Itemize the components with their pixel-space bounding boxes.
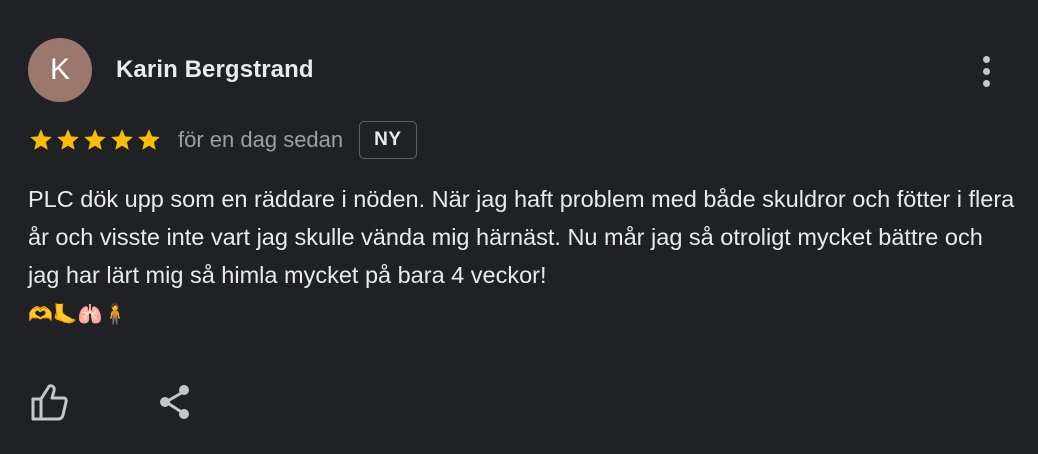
more-options-button[interactable] [968, 50, 1004, 92]
star-icon [57, 129, 79, 150]
like-button[interactable] [28, 380, 72, 424]
new-badge: NY [359, 121, 417, 159]
more-vert-icon-dot [982, 67, 990, 75]
author-name[interactable]: Karin Bergstrand [116, 55, 314, 85]
star-icon [30, 129, 52, 150]
review-date: för en dag sedan [178, 127, 344, 152]
review-emojis: 🫶🦶🫁🧍 [28, 302, 128, 326]
avatar[interactable]: K [28, 38, 92, 102]
review-meta: för en dag sedan NY [28, 120, 417, 160]
star-icon [111, 129, 133, 150]
more-vert-icon [982, 55, 990, 63]
thumb-up-icon [31, 384, 68, 421]
star-icon [84, 129, 106, 150]
share-button[interactable] [154, 380, 198, 424]
review-card: K Karin Bergstrand för en dag sedan NY P… [0, 0, 1038, 454]
star-rating [28, 127, 162, 153]
avatar-initial: K [49, 53, 70, 86]
review-body: PLC dök upp som en räddare i nöden. När … [28, 186, 1015, 288]
share-icon [160, 385, 189, 419]
star-icon [138, 129, 160, 150]
more-vert-icon-dot [982, 79, 990, 87]
review-text: PLC dök upp som en räddare i nöden. När … [28, 180, 1018, 333]
